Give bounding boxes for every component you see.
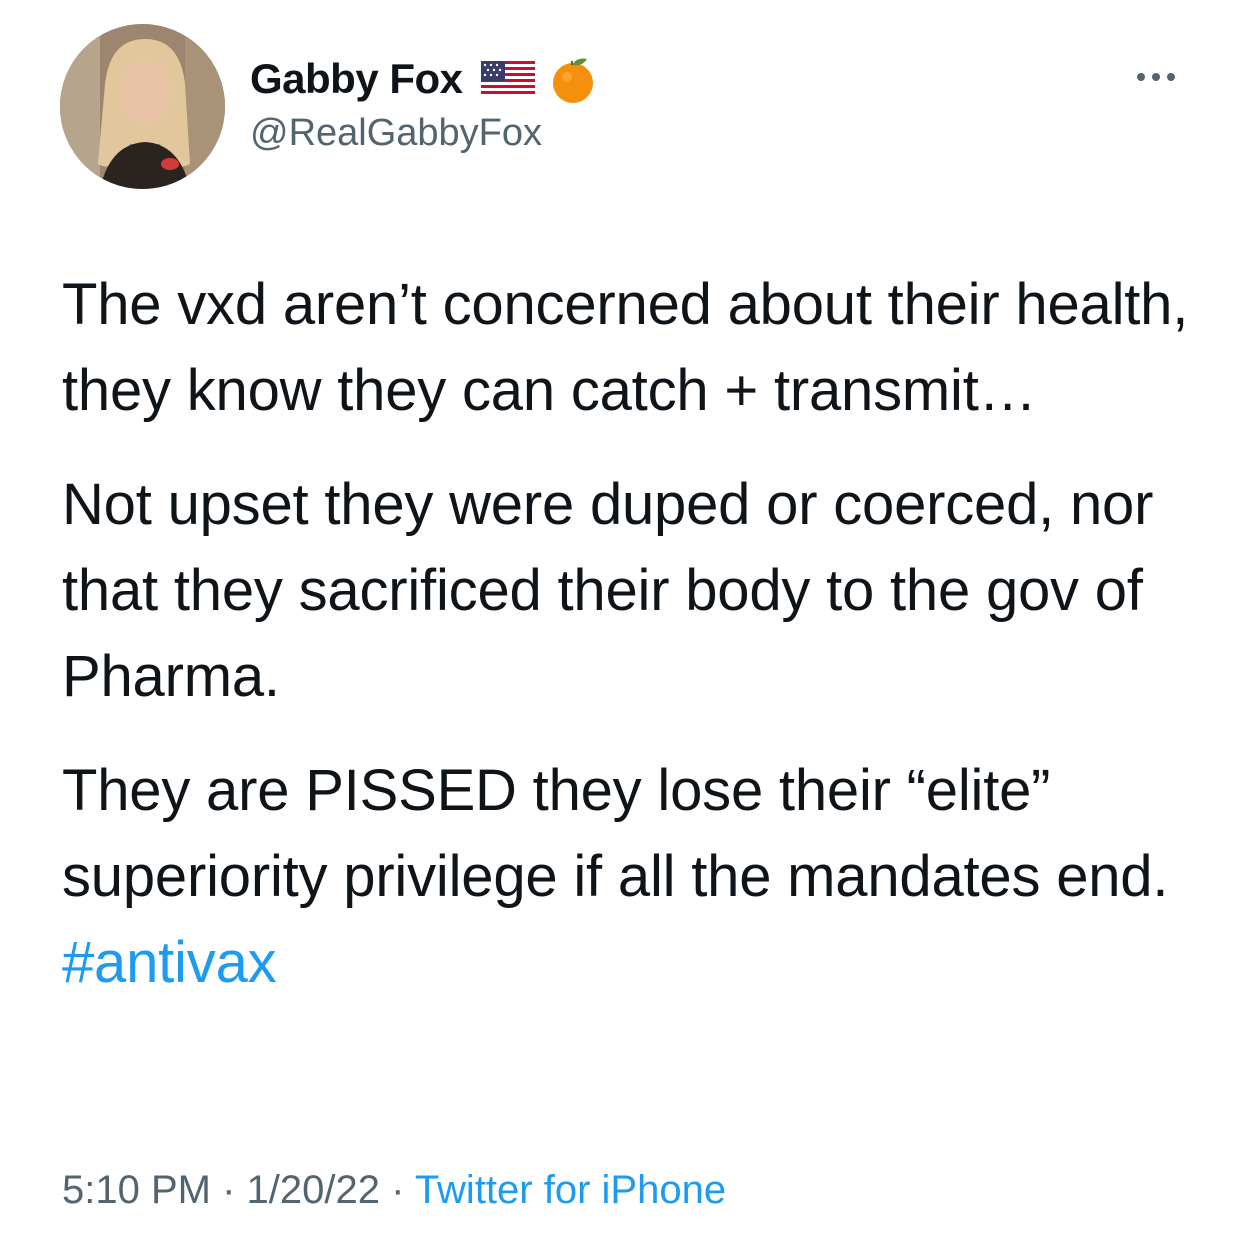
display-name[interactable]: Gabby Fox: [250, 55, 463, 103]
meta-separator: ·: [210, 1168, 247, 1212]
tweet-paragraph: They are PISSED they lose their “elite” …: [62, 748, 1202, 1006]
tweet-paragraph: Not upset they were duped or coerced, no…: [62, 472, 1154, 709]
tweet-source-link[interactable]: Twitter for iPhone: [415, 1168, 726, 1212]
more-options-icon[interactable]: [1134, 70, 1178, 84]
tweet-header: Gabby Fox @RealGabbyFox: [60, 24, 1190, 194]
tweet-meta: 5:10 PM · 1/20/22 · Twitter for iPhone: [62, 1168, 726, 1213]
user-names: Gabby Fox @RealGabbyFox: [250, 54, 599, 155]
display-name-row: Gabby Fox: [250, 54, 599, 104]
orange-icon: [547, 53, 599, 105]
us-flag-icon: [480, 61, 535, 97]
tweet-text: The vxd aren’t concerned about their hea…: [62, 262, 1202, 1034]
tweet-paragraph-text: They are PISSED they lose their “elite” …: [62, 758, 1169, 909]
user-handle[interactable]: @RealGabbyFox: [250, 112, 599, 155]
tweet-date[interactable]: 1/20/22: [247, 1168, 380, 1212]
meta-separator: ·: [379, 1168, 415, 1212]
avatar[interactable]: [60, 24, 225, 189]
hashtag-link[interactable]: #antivax: [62, 930, 277, 995]
tweet-paragraph: The vxd aren’t concerned about their hea…: [62, 272, 1189, 423]
tweet-time[interactable]: 5:10 PM: [62, 1168, 211, 1212]
